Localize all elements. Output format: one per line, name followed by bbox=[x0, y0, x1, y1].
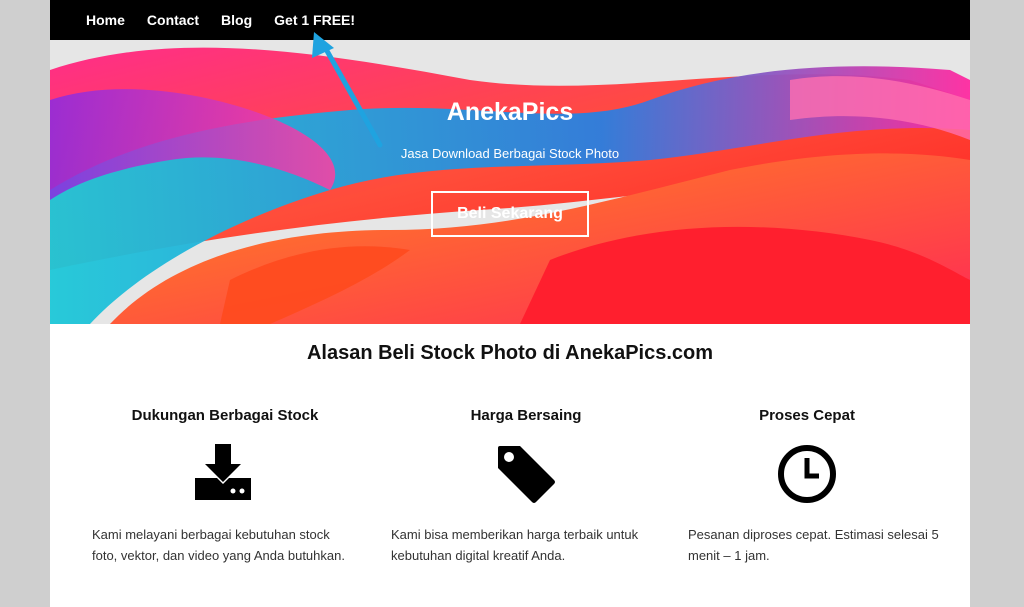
feature-stock-support: Dukungan Berbagai Stock Kami melayani be… bbox=[90, 404, 360, 563]
nav-home-link[interactable]: Home bbox=[86, 12, 125, 28]
clock-icon bbox=[778, 445, 836, 503]
reasons-section-title: Alasan Beli Stock Photo di AnekaPics.com bbox=[306, 342, 714, 364]
download-drive-icon bbox=[195, 444, 251, 500]
hero-subtitle: Jasa Download Berbagai Stock Photo bbox=[400, 146, 620, 161]
feature-description: Pesanan diproses cepat. Estimasi selesai… bbox=[688, 527, 939, 563]
nav-blog-link[interactable]: Blog bbox=[221, 12, 252, 28]
feature-description: Kami bisa memberikan harga terbaik untuk… bbox=[391, 527, 639, 563]
feature-title: Dukungan Berbagai Stock bbox=[131, 407, 319, 424]
feature-title: Proses Cepat bbox=[759, 407, 855, 424]
price-tag-icon bbox=[498, 446, 555, 503]
top-navbar: Home Contact Blog Get 1 FREE! bbox=[50, 0, 970, 40]
feature-description: Kami melayani berbagai kebutuhan stock f… bbox=[92, 527, 345, 563]
nav-get-free-link[interactable]: Get 1 FREE! bbox=[274, 12, 355, 28]
feature-title: Harga Bersaing bbox=[470, 407, 582, 424]
hero-banner: AnekaPics Jasa Download Berbagai Stock P… bbox=[50, 40, 970, 324]
buy-now-button[interactable]: Beli Sekarang bbox=[431, 191, 589, 237]
feature-competitive-price: Harga Bersaing Kami bisa memberikan harg… bbox=[391, 404, 661, 563]
page: Home Contact Blog Get 1 FREE! AnekaPics … bbox=[50, 0, 970, 607]
hero-title: AnekaPics bbox=[446, 98, 574, 126]
feature-fast-process: Proses Cepat Pesanan diproses cepat. Est… bbox=[672, 404, 942, 563]
nav-contact-link[interactable]: Contact bbox=[147, 12, 199, 28]
paint-brush-strokes-background bbox=[50, 40, 970, 324]
